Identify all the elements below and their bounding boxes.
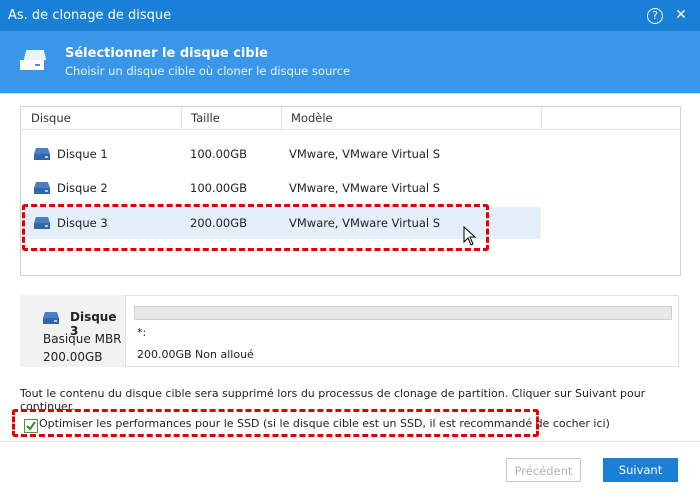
disk-details-panel: Disque 3 Basique MBR 200.00GB *: 200.00G… (20, 295, 679, 367)
column-header-size[interactable]: Taille (191, 111, 220, 125)
disk-model: VMware, VMware Virtual S (289, 181, 441, 195)
partition-map[interactable]: *: 200.00GB Non alloué (125, 295, 679, 367)
hard-disk-icon (34, 148, 50, 160)
partition-label: *: (137, 326, 147, 339)
details-disk-type: Basique MBR (43, 332, 122, 346)
mouse-cursor-icon (463, 226, 477, 246)
partition-description: 200.00GB Non alloué (137, 348, 254, 361)
help-icon[interactable]: ? (646, 6, 664, 24)
ssd-option-highlight (12, 409, 539, 437)
disk-model: VMware, VMware Virtual S (289, 147, 441, 161)
header-subtitle: Choisir un disque cible où cloner le dis… (65, 64, 351, 78)
partition-bar[interactable] (134, 306, 672, 320)
table-row[interactable]: Disque 2 100.00GB VMware, VMware Virtual… (21, 172, 541, 204)
footer (0, 441, 700, 500)
column-header-model[interactable]: Modèle (291, 111, 333, 125)
disk-clone-icon (20, 50, 47, 70)
disk-size: 100.00GB (190, 181, 248, 195)
details-disk-size: 200.00GB (43, 350, 103, 364)
column-header-disk[interactable]: Disque (31, 111, 71, 125)
hard-disk-icon (43, 312, 59, 324)
table-header: Disque Taille Modèle (21, 107, 680, 130)
window-title: As. de clonage de disque (8, 8, 172, 23)
selection-highlight (22, 204, 489, 251)
wizard-header: Sélectionner le disque cible Choisir un … (0, 31, 700, 93)
title-bar: As. de clonage de disque ? ✕ (0, 0, 700, 31)
close-icon[interactable]: ✕ (672, 6, 690, 24)
previous-button[interactable]: Précédent (506, 458, 581, 482)
disk-name: Disque 1 (57, 147, 108, 161)
header-title: Sélectionner le disque cible (65, 46, 268, 61)
disk-size: 100.00GB (190, 147, 248, 161)
hard-disk-icon (34, 182, 50, 194)
disk-summary: Disque 3 Basique MBR 200.00GB (20, 295, 125, 367)
table-row[interactable]: Disque 1 100.00GB VMware, VMware Virtual… (21, 138, 541, 170)
next-button[interactable]: Suivant (603, 458, 678, 482)
disk-name: Disque 2 (57, 181, 108, 195)
